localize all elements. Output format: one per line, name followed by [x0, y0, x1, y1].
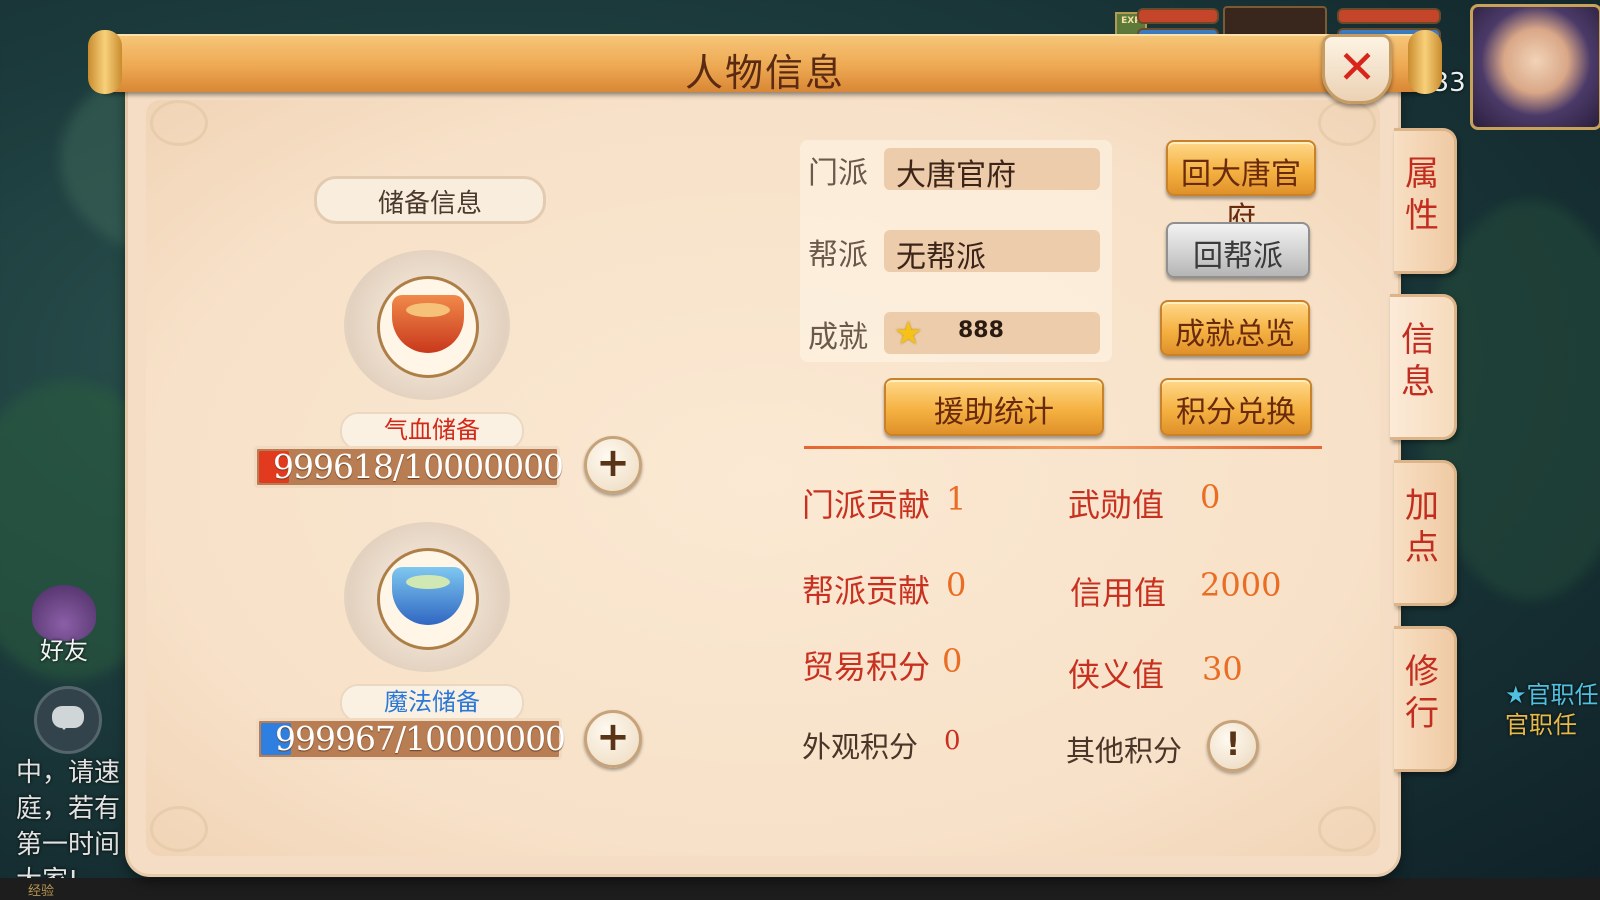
assist-stats-label: 援助统计	[934, 395, 1054, 430]
hud-bar	[1137, 8, 1219, 24]
corner-ornament	[1318, 806, 1376, 852]
player-avatar[interactable]	[1470, 4, 1600, 130]
tab-add-points[interactable]: 加点	[1394, 460, 1457, 606]
quest-tracker[interactable]: ★官职任 官职任	[1505, 680, 1600, 740]
tab-info[interactable]: 信息	[1390, 294, 1457, 440]
tab-attributes[interactable]: 属性	[1394, 128, 1457, 274]
merit-label: 武勋值	[1068, 486, 1165, 524]
close-button[interactable]: ✕	[1322, 34, 1392, 104]
guild-contribution-value: 0	[946, 566, 967, 604]
guild-value: 无帮派	[896, 240, 986, 275]
storage-header: 储备信息	[314, 176, 546, 224]
chat-bubble-icon	[52, 706, 84, 730]
mp-storage-bar: 999967/10000000	[256, 718, 566, 760]
tab-label: 属性	[1405, 154, 1439, 236]
appearance-points-value: 0	[944, 726, 961, 756]
corner-ornament	[1318, 100, 1376, 146]
tab-label: 加点	[1405, 486, 1439, 568]
friend-button[interactable]: 好友	[22, 585, 106, 669]
chivalry-label: 侠义值	[1068, 656, 1165, 694]
sect-label: 门派	[808, 156, 868, 191]
hp-storage-label: 气血储备	[384, 416, 480, 444]
sect-contribution-label: 门派贡献	[802, 486, 931, 524]
corner-ornament	[150, 806, 208, 852]
sect-contribution-value: 1	[946, 480, 967, 518]
corner-ornament	[150, 100, 208, 146]
plus-icon: +	[596, 714, 630, 760]
achievement-overview-label: 成就总览	[1175, 317, 1295, 352]
appearance-points-label: 外观积分	[802, 730, 919, 764]
achievement-field: ★ 888	[884, 312, 1100, 354]
mp-soup	[406, 575, 450, 589]
exp-label: 经验	[28, 884, 55, 899]
star-icon: ★	[894, 314, 923, 352]
achievement-label: 成就	[808, 320, 868, 355]
trade-points-value: 0	[942, 642, 963, 680]
add-hp-storage-button[interactable]: +	[584, 436, 642, 494]
dialog-title: 人物信息	[684, 51, 845, 95]
return-guild-button[interactable]: 回帮派	[1166, 222, 1310, 278]
points-exchange-label: 积分兑换	[1176, 395, 1296, 430]
guild-contribution-label: 帮派贡献	[802, 572, 931, 610]
guild-field: 无帮派	[884, 230, 1100, 275]
other-points-label: 其他积分	[1066, 734, 1183, 768]
achievement-value: 888	[958, 318, 1004, 343]
mp-storage-orb	[344, 522, 510, 672]
plus-icon: +	[596, 440, 630, 486]
other-points-info-button[interactable]: !	[1207, 720, 1259, 772]
hp-soup-bowl-icon	[392, 295, 464, 353]
chivalry-value: 30	[1202, 650, 1243, 688]
add-mp-storage-button[interactable]: +	[584, 710, 642, 768]
system-message: 中，请速庭，若有第一时间大家!	[16, 758, 121, 895]
assist-stats-button[interactable]: 援助统计	[884, 378, 1104, 436]
sect-field: 大唐官府	[884, 148, 1100, 193]
tab-label: 修行	[1405, 652, 1439, 734]
hp-storage-bar: 999618/10000000	[254, 446, 564, 488]
hp-storage-orb	[344, 250, 510, 400]
trade-points-label: 贸易积分	[802, 648, 931, 686]
close-icon: ✕	[1337, 40, 1377, 94]
hp-storage-value: 999618/10000000	[273, 447, 564, 486]
sect-value: 大唐官府	[896, 158, 1016, 193]
guild-label: 帮派	[808, 238, 868, 273]
tab-label: 信息	[1401, 320, 1435, 402]
hp-soup	[406, 303, 450, 317]
title-bar: 人物信息	[88, 30, 1442, 95]
storage-header-label: 储备信息	[377, 189, 482, 219]
merit-value: 0	[1200, 478, 1221, 516]
mp-storage-label: 魔法储备	[384, 688, 480, 716]
mp-storage-label-box: 魔法储备	[340, 684, 524, 722]
credit-label: 信用值	[1070, 574, 1167, 612]
points-exchange-button[interactable]: 积分兑换	[1160, 378, 1312, 436]
quest-line: ★官职任	[1505, 681, 1599, 709]
bottom-exp-strip	[0, 878, 1600, 900]
credit-value: 2000	[1200, 566, 1282, 604]
achievement-overview-button[interactable]: 成就总览	[1160, 300, 1310, 356]
friend-label: 好友	[40, 637, 88, 665]
hud-bar	[1337, 8, 1441, 24]
quest-line: 官职任	[1505, 711, 1577, 739]
section-divider	[804, 446, 1322, 449]
chat-button[interactable]	[34, 686, 102, 754]
return-sect-button[interactable]: 回大唐官府	[1166, 140, 1316, 236]
return-guild-label: 回帮派	[1193, 239, 1283, 274]
mp-ring	[377, 548, 479, 650]
mp-storage-value: 999967/10000000	[275, 719, 566, 758]
hp-storage-label-box: 气血储备	[340, 412, 524, 450]
hp-ring	[377, 276, 479, 378]
tab-cultivation[interactable]: 修行	[1394, 626, 1457, 772]
mp-soup-bowl-icon	[392, 567, 464, 625]
exclamation-icon: !	[1225, 725, 1241, 763]
